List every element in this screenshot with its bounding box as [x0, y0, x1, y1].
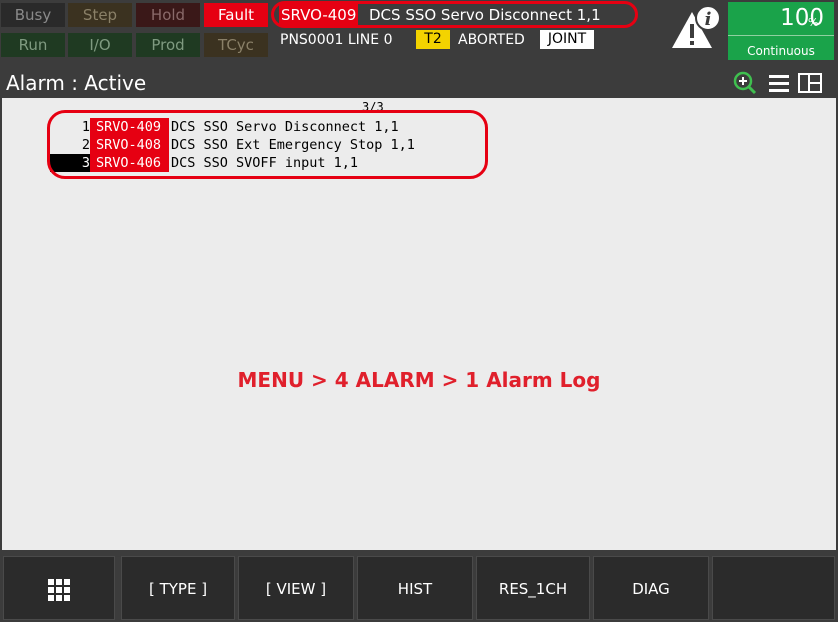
fkey-res-1ch[interactable]: RES_1CH — [476, 556, 590, 620]
indicator-run: Run — [1, 33, 65, 57]
fkey-hist[interactable]: HIST — [357, 556, 473, 620]
teach-pendant-screen: Busy Step Hold Fault Run I/O Prod TCyc S… — [0, 0, 838, 622]
speed-override[interactable]: 100 % Continuous — [728, 2, 834, 60]
indicator-tcyc: TCyc — [204, 33, 268, 57]
teach-mode-badge: T2 — [416, 30, 450, 49]
override-unit: % — [808, 16, 819, 29]
override-mode: Continuous — [747, 44, 815, 58]
fkey-menu-grid[interactable] — [3, 556, 115, 620]
indicator-fault: Fault — [204, 3, 268, 27]
status-alarm-code: SRVO-409 — [279, 4, 359, 26]
hamburger-menu-icon[interactable] — [767, 71, 793, 95]
indicator-hold: Hold — [136, 3, 200, 27]
indicator-prod: Prod — [136, 33, 200, 57]
page-title: Alarm : Active — [6, 71, 147, 95]
warning-info-icon[interactable]: i — [668, 4, 724, 52]
indicator-busy: Busy — [1, 3, 65, 27]
screen-title-bar: Alarm : Active — [0, 68, 838, 98]
function-key-bar: [ TYPE ] [ VIEW ] HIST RES_1CH DIAG — [0, 552, 838, 622]
split-window-icon[interactable] — [797, 71, 823, 95]
program-line-status: PNS0001 LINE 0 — [280, 32, 393, 48]
svg-text:i: i — [705, 9, 712, 30]
alarm-list-highlight-oval — [47, 110, 488, 179]
zoom-in-icon[interactable] — [732, 71, 758, 95]
grid-menu-icon — [48, 578, 70, 601]
fkey-view[interactable]: [ VIEW ] — [238, 556, 354, 620]
coord-system-badge[interactable]: JOINT — [540, 30, 594, 49]
fkey-empty[interactable] — [712, 556, 835, 620]
status-alarm-text: DCS SSO Servo Disconnect 1,1 — [369, 6, 601, 24]
fkey-type[interactable]: [ TYPE ] — [121, 556, 235, 620]
indicator-io: I/O — [68, 33, 132, 57]
override-divider — [728, 35, 834, 36]
alarm-list-panel: 3/3 1 SRVO-409 DCS SSO Servo Disconnect 1,… — [2, 98, 836, 550]
indicator-step: Step — [68, 3, 132, 27]
fkey-diag[interactable]: DIAG — [593, 556, 709, 620]
execution-state: ABORTED — [458, 32, 525, 48]
menu-navigation-hint: MENU > 4 ALARM > 1 Alarm Log — [237, 368, 601, 392]
